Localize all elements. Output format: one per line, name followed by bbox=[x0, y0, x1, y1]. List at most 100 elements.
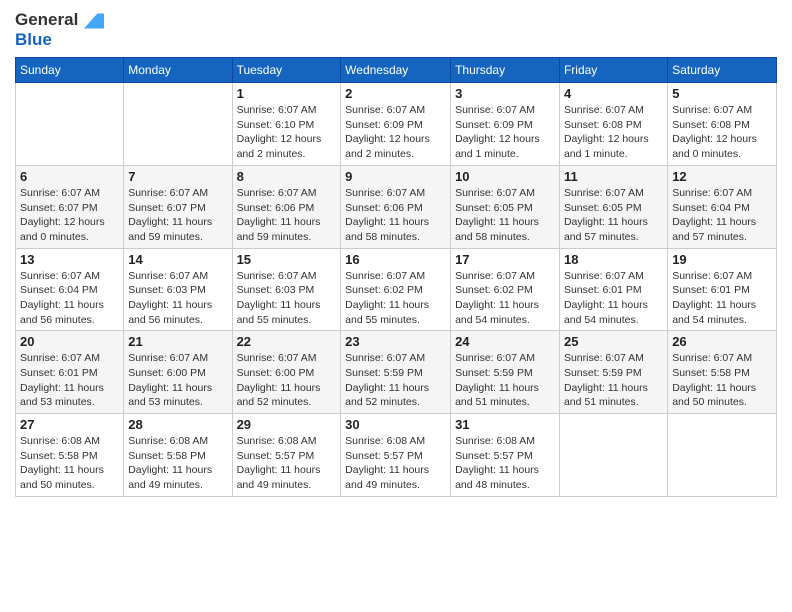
day-info: Sunrise: 6:07 AM Sunset: 5:59 PM Dayligh… bbox=[345, 351, 446, 410]
day-number: 13 bbox=[20, 252, 119, 267]
day-info: Sunrise: 6:07 AM Sunset: 6:07 PM Dayligh… bbox=[128, 186, 227, 245]
header: General Blue bbox=[15, 10, 777, 49]
calendar-cell: 21 Sunrise: 6:07 AM Sunset: 6:00 PM Dayli… bbox=[124, 331, 232, 414]
day-number: 31 bbox=[455, 417, 555, 432]
calendar-cell: 9Sunrise: 6:07 AM Sunset: 6:06 PM Daylig… bbox=[341, 165, 451, 248]
day-number: 21 bbox=[128, 334, 227, 349]
weekday-header-saturday: Saturday bbox=[668, 58, 777, 83]
day-number: 17 bbox=[455, 252, 555, 267]
day-number: 26 bbox=[672, 334, 772, 349]
day-number: 4 bbox=[564, 86, 663, 101]
calendar-cell: 15Sunrise: 6:07 AM Sunset: 6:03 PM Dayli… bbox=[232, 248, 341, 331]
day-number: 12 bbox=[672, 169, 772, 184]
calendar-cell: 18 Sunrise: 6:07 AM Sunset: 6:01 PM Dayli… bbox=[559, 248, 667, 331]
calendar-cell: 13Sunrise: 6:07 AM Sunset: 6:04 PM Dayli… bbox=[16, 248, 124, 331]
calendar-week-1: 1 Sunrise: 6:07 AM Sunset: 6:10 PM Daylig… bbox=[16, 83, 777, 166]
day-info: Sunrise: 6:07 AM Sunset: 6:04 PM Dayligh… bbox=[672, 186, 772, 245]
day-info: Sunrise: 6:07 AM Sunset: 6:01 PM Dayligh… bbox=[20, 351, 119, 410]
day-number: 15 bbox=[237, 252, 337, 267]
calendar-cell: 12 Sunrise: 6:07 AM Sunset: 6:04 PM Dayli… bbox=[668, 165, 777, 248]
calendar-cell: 31 Sunrise: 6:08 AM Sunset: 5:57 PM Dayli… bbox=[451, 414, 560, 497]
calendar-cell: 11 Sunrise: 6:07 AM Sunset: 6:05 PM Dayli… bbox=[559, 165, 667, 248]
calendar-week-4: 20Sunrise: 6:07 AM Sunset: 6:01 PM Dayli… bbox=[16, 331, 777, 414]
calendar-cell: 6 Sunrise: 6:07 AM Sunset: 6:07 PM Daylig… bbox=[16, 165, 124, 248]
weekday-header-monday: Monday bbox=[124, 58, 232, 83]
day-info: Sunrise: 6:07 AM Sunset: 6:01 PM Dayligh… bbox=[564, 269, 663, 328]
day-info: Sunrise: 6:07 AM Sunset: 6:08 PM Dayligh… bbox=[672, 103, 772, 162]
calendar-cell: 1 Sunrise: 6:07 AM Sunset: 6:10 PM Daylig… bbox=[232, 83, 341, 166]
day-info: Sunrise: 6:07 AM Sunset: 5:59 PM Dayligh… bbox=[564, 351, 663, 410]
calendar-header-row: SundayMondayTuesdayWednesdayThursdayFrid… bbox=[16, 58, 777, 83]
logo-text: General bbox=[15, 10, 104, 30]
day-info: Sunrise: 6:07 AM Sunset: 6:01 PM Dayligh… bbox=[672, 269, 772, 328]
weekday-header-sunday: Sunday bbox=[16, 58, 124, 83]
day-info: Sunrise: 6:08 AM Sunset: 5:58 PM Dayligh… bbox=[20, 434, 119, 493]
calendar-cell bbox=[16, 83, 124, 166]
day-number: 22 bbox=[237, 334, 337, 349]
logo: General Blue bbox=[15, 10, 104, 49]
calendar-cell: 3Sunrise: 6:07 AM Sunset: 6:09 PM Daylig… bbox=[451, 83, 560, 166]
day-info: Sunrise: 6:07 AM Sunset: 5:58 PM Dayligh… bbox=[672, 351, 772, 410]
day-number: 7 bbox=[128, 169, 227, 184]
calendar-cell: 17 Sunrise: 6:07 AM Sunset: 6:02 PM Dayli… bbox=[451, 248, 560, 331]
day-number: 30 bbox=[345, 417, 446, 432]
calendar-cell: 30Sunrise: 6:08 AM Sunset: 5:57 PM Dayli… bbox=[341, 414, 451, 497]
calendar-cell: 28Sunrise: 6:08 AM Sunset: 5:58 PM Dayli… bbox=[124, 414, 232, 497]
page: General Blue SundayMondayTuesdayWednesda… bbox=[0, 0, 792, 612]
calendar-cell: 7 Sunrise: 6:07 AM Sunset: 6:07 PM Daylig… bbox=[124, 165, 232, 248]
calendar-week-3: 13Sunrise: 6:07 AM Sunset: 6:04 PM Dayli… bbox=[16, 248, 777, 331]
day-info: Sunrise: 6:07 AM Sunset: 6:05 PM Dayligh… bbox=[564, 186, 663, 245]
day-info: Sunrise: 6:07 AM Sunset: 6:02 PM Dayligh… bbox=[345, 269, 446, 328]
day-number: 11 bbox=[564, 169, 663, 184]
day-number: 3 bbox=[455, 86, 555, 101]
day-number: 16 bbox=[345, 252, 446, 267]
calendar-cell: 19 Sunrise: 6:07 AM Sunset: 6:01 PM Dayli… bbox=[668, 248, 777, 331]
day-number: 19 bbox=[672, 252, 772, 267]
calendar-cell: 23 Sunrise: 6:07 AM Sunset: 5:59 PM Dayli… bbox=[341, 331, 451, 414]
calendar-table: SundayMondayTuesdayWednesdayThursdayFrid… bbox=[15, 57, 777, 497]
calendar-cell: 26 Sunrise: 6:07 AM Sunset: 5:58 PM Dayli… bbox=[668, 331, 777, 414]
day-number: 6 bbox=[20, 169, 119, 184]
day-number: 27 bbox=[20, 417, 119, 432]
day-info: Sunrise: 6:07 AM Sunset: 6:07 PM Dayligh… bbox=[20, 186, 119, 245]
calendar-cell: 22 Sunrise: 6:07 AM Sunset: 6:00 PM Dayli… bbox=[232, 331, 341, 414]
day-info: Sunrise: 6:08 AM Sunset: 5:57 PM Dayligh… bbox=[455, 434, 555, 493]
calendar-cell: 27 Sunrise: 6:08 AM Sunset: 5:58 PM Dayli… bbox=[16, 414, 124, 497]
calendar-cell: 20Sunrise: 6:07 AM Sunset: 6:01 PM Dayli… bbox=[16, 331, 124, 414]
day-number: 23 bbox=[345, 334, 446, 349]
calendar-cell: 16 Sunrise: 6:07 AM Sunset: 6:02 PM Dayli… bbox=[341, 248, 451, 331]
day-info: Sunrise: 6:07 AM Sunset: 6:06 PM Dayligh… bbox=[237, 186, 337, 245]
calendar-cell: 2 Sunrise: 6:07 AM Sunset: 6:09 PM Daylig… bbox=[341, 83, 451, 166]
day-number: 2 bbox=[345, 86, 446, 101]
weekday-header-thursday: Thursday bbox=[451, 58, 560, 83]
calendar-cell bbox=[668, 414, 777, 497]
day-info: Sunrise: 6:07 AM Sunset: 6:09 PM Dayligh… bbox=[345, 103, 446, 162]
day-number: 5 bbox=[672, 86, 772, 101]
day-number: 18 bbox=[564, 252, 663, 267]
calendar-cell: 5 Sunrise: 6:07 AM Sunset: 6:08 PM Daylig… bbox=[668, 83, 777, 166]
day-info: Sunrise: 6:07 AM Sunset: 5:59 PM Dayligh… bbox=[455, 351, 555, 410]
day-info: Sunrise: 6:07 AM Sunset: 6:00 PM Dayligh… bbox=[128, 351, 227, 410]
weekday-header-friday: Friday bbox=[559, 58, 667, 83]
day-info: Sunrise: 6:07 AM Sunset: 6:02 PM Dayligh… bbox=[455, 269, 555, 328]
day-number: 10 bbox=[455, 169, 555, 184]
day-number: 14 bbox=[128, 252, 227, 267]
day-number: 29 bbox=[237, 417, 337, 432]
day-info: Sunrise: 6:07 AM Sunset: 6:00 PM Dayligh… bbox=[237, 351, 337, 410]
calendar-cell: 14 Sunrise: 6:07 AM Sunset: 6:03 PM Dayli… bbox=[124, 248, 232, 331]
day-info: Sunrise: 6:07 AM Sunset: 6:10 PM Dayligh… bbox=[237, 103, 337, 162]
calendar-cell: 24Sunrise: 6:07 AM Sunset: 5:59 PM Dayli… bbox=[451, 331, 560, 414]
day-info: Sunrise: 6:07 AM Sunset: 6:06 PM Dayligh… bbox=[345, 186, 446, 245]
day-info: Sunrise: 6:07 AM Sunset: 6:03 PM Dayligh… bbox=[128, 269, 227, 328]
calendar-week-2: 6 Sunrise: 6:07 AM Sunset: 6:07 PM Daylig… bbox=[16, 165, 777, 248]
weekday-header-tuesday: Tuesday bbox=[232, 58, 341, 83]
calendar-week-5: 27 Sunrise: 6:08 AM Sunset: 5:58 PM Dayli… bbox=[16, 414, 777, 497]
day-info: Sunrise: 6:07 AM Sunset: 6:05 PM Dayligh… bbox=[455, 186, 555, 245]
day-number: 1 bbox=[237, 86, 337, 101]
calendar-cell bbox=[559, 414, 667, 497]
calendar-cell: 25Sunrise: 6:07 AM Sunset: 5:59 PM Dayli… bbox=[559, 331, 667, 414]
calendar-cell: 29Sunrise: 6:08 AM Sunset: 5:57 PM Dayli… bbox=[232, 414, 341, 497]
day-info: Sunrise: 6:08 AM Sunset: 5:58 PM Dayligh… bbox=[128, 434, 227, 493]
calendar-cell: 4Sunrise: 6:07 AM Sunset: 6:08 PM Daylig… bbox=[559, 83, 667, 166]
logo-general: General bbox=[15, 10, 78, 29]
